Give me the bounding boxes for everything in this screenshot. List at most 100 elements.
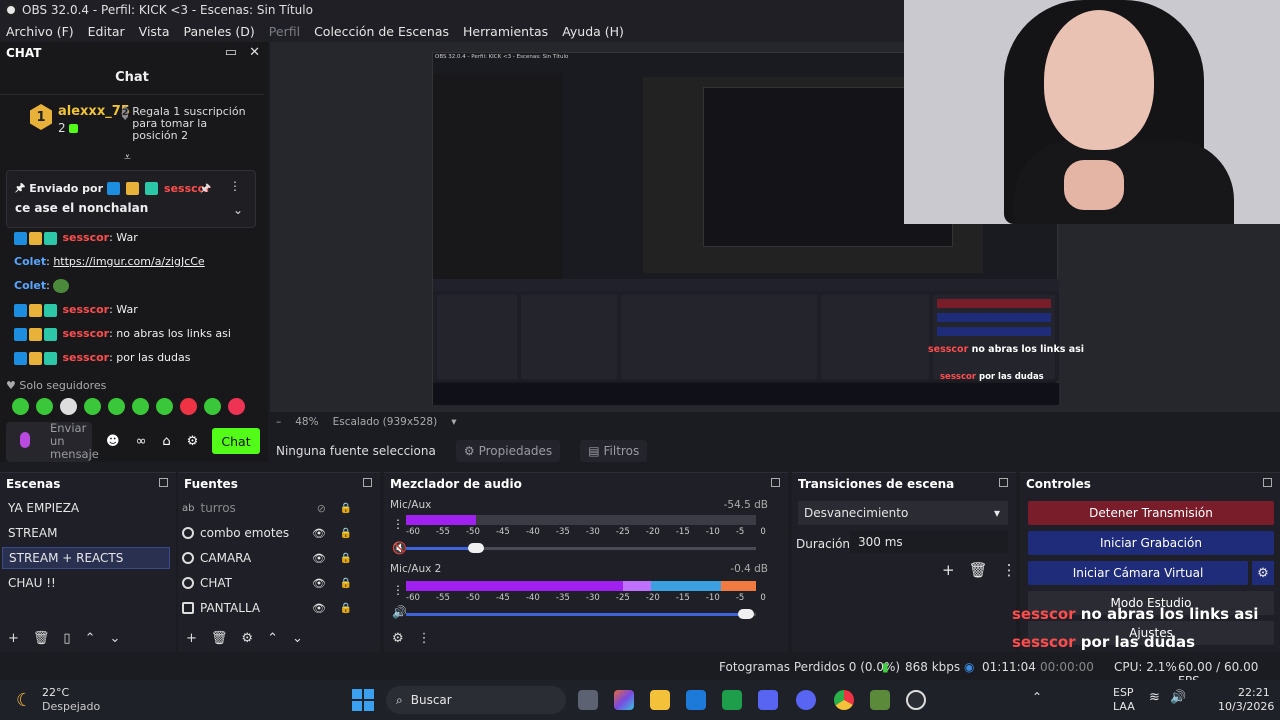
emote-icon[interactable] [204,398,221,415]
zoom-out-icon[interactable]: – [276,416,281,428]
more-options-icon[interactable]: ⋮ [392,517,404,531]
lock-icon[interactable]: 🔒 [340,503,352,514]
float-dock-icon[interactable] [999,478,1008,487]
microphone-icon[interactable] [20,432,30,448]
trash-icon[interactable]: 🗑 [211,631,228,646]
source-item[interactable]: combo emotes 👁 🔒 [182,522,362,544]
filter-icon[interactable]: ▯ [63,631,70,646]
menu-help[interactable]: Ayuda (H) [562,24,624,39]
emote-icon[interactable] [132,398,149,415]
obs-taskbar-icon[interactable] [906,690,926,710]
gear-icon[interactable]: ⚙ [187,434,199,449]
leader-name[interactable]: alexxx_75 [58,104,130,119]
lock-icon[interactable]: 🔒 [340,528,352,539]
speaker-icon[interactable]: 🔊 [392,605,407,619]
properties-button[interactable]: ⚙ Propiedades [455,440,561,462]
add-icon[interactable]: + [186,631,197,646]
lock-icon[interactable]: 🔒 [340,603,352,614]
float-dock-icon[interactable] [363,478,372,487]
eye-icon[interactable]: 👁 [312,577,326,590]
menu-docks[interactable]: Paneles (D) [184,24,255,39]
move-down-icon[interactable]: ⌄ [292,631,303,646]
chat-user[interactable]: sesscor [63,327,110,340]
add-icon[interactable]: + [8,631,19,646]
word-icon[interactable] [686,690,706,710]
chat-user[interactable]: Colet [14,255,46,268]
trash-icon[interactable]: 🗑 [969,561,988,579]
eye-hidden-icon[interactable]: ⊘ [317,502,326,515]
menu-edit[interactable]: Editar [88,24,125,39]
taskbar-search[interactable]: ⌕ Buscar [386,686,566,714]
chat-user[interactable]: sesscor [63,231,110,244]
send-chat-button[interactable]: Chat [212,428,260,454]
scale-dropdown-icon[interactable]: ▾ [451,416,456,428]
chat-user[interactable]: Colet [14,279,46,292]
clock-time[interactable]: 22:21 [1238,686,1270,699]
start-recording-button[interactable]: Iniciar Grabación [1028,531,1274,555]
emote-picker-icon[interactable]: ☻ [106,434,120,449]
scene-item[interactable]: YA EMPIEZA [2,497,170,519]
close-icon[interactable]: ✕ [249,45,260,60]
gear-icon[interactable]: ⚙ [1252,561,1274,585]
share-icon[interactable]: ∞ [136,434,147,449]
file-explorer-icon[interactable] [650,690,670,710]
filters-button[interactable]: ▤ Filtros [580,440,648,462]
chat-user[interactable]: sesscor [63,351,110,364]
scene-item[interactable]: CHAU !! [2,572,170,594]
temperature[interactable]: 22°C [42,686,69,699]
float-dock-icon[interactable] [159,478,168,487]
scene-item-selected[interactable]: STREAM + REACTS [2,547,170,569]
chevron-up-icon[interactable]: ⌃ [1032,690,1042,704]
volume-icon[interactable]: 🔊 [1170,690,1186,705]
leader-gift[interactable]: 2 Regala 1 suscripción para tomar la pos… [122,106,252,142]
emote-icon[interactable] [36,398,53,415]
menu-file[interactable]: Archivo (F) [6,24,74,39]
emote-icon[interactable] [180,398,197,415]
menu-profile[interactable]: Perfil [269,24,300,39]
copilot-icon[interactable] [614,690,634,710]
scene-item[interactable]: STREAM [2,522,170,544]
advanced-audio-icon[interactable]: ⚙ [392,631,404,646]
emote-icon[interactable] [108,398,125,415]
more-options-icon[interactable]: ⋮ [392,583,404,597]
windows-start-icon[interactable] [352,689,374,711]
lock-icon[interactable]: 🔒 [340,578,352,589]
chat-link[interactable]: https://imgur.com/a/zigJcCe [53,255,204,268]
float-dock-icon[interactable] [1263,478,1272,487]
gear-icon[interactable]: ⚙ [241,631,253,646]
transition-select[interactable]: Desvanecimiento ▾ [798,501,1008,525]
emote-icon[interactable] [156,398,173,415]
stop-stream-button[interactable]: Detener Transmisión [1028,501,1274,525]
chrome-icon[interactable] [834,690,854,710]
emote-icon[interactable] [84,398,101,415]
move-up-icon[interactable]: ⌃ [267,631,278,646]
source-item[interactable]: CAMARA 👁 🔒 [182,547,362,569]
wifi-icon[interactable]: ≋ [1149,690,1160,705]
chat-input[interactable]: Enviar un mensaje [6,422,99,462]
expand-leaderboard-icon[interactable]: ⩡ [124,150,131,165]
move-up-icon[interactable]: ⌃ [85,631,96,646]
more-options-icon[interactable]: ⋮ [418,631,431,646]
volume-slider[interactable] [406,609,756,619]
emote-icon[interactable] [228,398,245,415]
eye-icon[interactable]: 👁 [312,602,326,615]
float-dock-icon[interactable]: ▭ [225,45,237,60]
move-down-icon[interactable]: ⌄ [109,631,120,646]
menu-scene-collection[interactable]: Colección de Escenas [314,24,449,39]
eye-icon[interactable]: 👁 [312,552,326,565]
discord-app-icon[interactable] [796,690,816,710]
discord-icon[interactable] [758,690,778,710]
excel-icon[interactable] [722,690,742,710]
eye-icon[interactable]: 👁 [312,527,326,540]
chevron-down-icon[interactable]: ⌄ [233,203,243,217]
minecraft-icon[interactable] [870,690,890,710]
volume-slider[interactable] [406,543,756,553]
lock-icon[interactable]: 🔒 [340,553,352,564]
store-icon[interactable]: ⌂ [162,434,170,449]
task-view-icon[interactable] [578,690,598,710]
duration-input[interactable]: 300 ms [850,531,1008,553]
language-top[interactable]: ESP [1113,686,1134,699]
chat-user[interactable]: sesscor [63,303,110,316]
source-item[interactable]: ab turros ⊘ 🔒 [182,497,362,519]
source-item[interactable]: CHAT 👁 🔒 [182,572,362,594]
